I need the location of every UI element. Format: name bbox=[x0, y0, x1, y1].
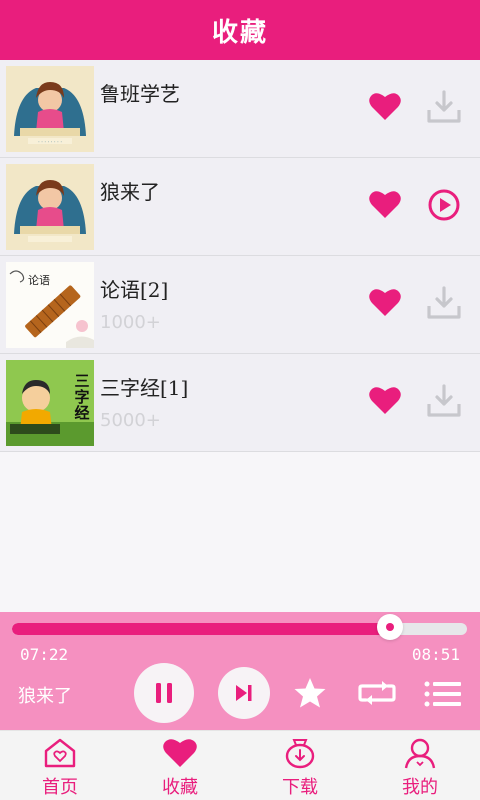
mini-player: 07:22 08:51 狼来了 bbox=[0, 612, 480, 730]
tab-label: 我的 bbox=[402, 777, 438, 798]
svg-text:论语: 论语 bbox=[28, 273, 50, 287]
list-item[interactable]: · · · · · · · · 鲁班学艺 bbox=[0, 60, 480, 158]
repeat-icon[interactable] bbox=[358, 678, 396, 708]
story-title: 三字经[1] bbox=[100, 376, 189, 400]
current-time: 07:22 bbox=[20, 645, 69, 664]
playlist-icon[interactable] bbox=[424, 680, 462, 708]
story-title: 鲁班学艺 bbox=[100, 82, 180, 106]
heart-icon bbox=[163, 739, 197, 767]
download-icon[interactable] bbox=[426, 286, 462, 320]
next-button[interactable] bbox=[218, 667, 270, 719]
play-count: 1000+ bbox=[100, 312, 161, 333]
tab-label: 收藏 bbox=[162, 777, 198, 798]
download-icon[interactable] bbox=[426, 384, 462, 418]
list-item[interactable]: 狼来了 bbox=[0, 158, 480, 256]
story-title: 论语[2] bbox=[100, 278, 169, 302]
play-count: 5000+ bbox=[100, 410, 161, 431]
list-item[interactable]: 三 字 经 三字经[1] 5000+ bbox=[0, 354, 480, 452]
home-icon bbox=[44, 738, 76, 768]
pause-icon bbox=[156, 683, 172, 703]
svg-text:经: 经 bbox=[74, 404, 89, 422]
heart-icon[interactable] bbox=[368, 188, 402, 220]
cover-image bbox=[6, 164, 94, 250]
heart-icon[interactable] bbox=[368, 286, 402, 318]
tab-home[interactable]: 首页 bbox=[0, 731, 120, 800]
pause-button[interactable] bbox=[134, 663, 194, 723]
title-bar: 收藏 bbox=[0, 0, 480, 60]
cover-image: 论语 bbox=[6, 262, 94, 348]
favorites-list: · · · · · · · · 鲁班学艺 狼来了 论语 论语[2] 1000+ … bbox=[0, 60, 480, 452]
tab-favorites[interactable]: 收藏 bbox=[120, 731, 240, 800]
star-icon[interactable] bbox=[293, 676, 327, 710]
cover-image: · · · · · · · · bbox=[6, 66, 94, 152]
next-icon bbox=[236, 685, 252, 701]
list-item[interactable]: 论语 论语[2] 1000+ bbox=[0, 256, 480, 354]
heart-icon[interactable] bbox=[368, 384, 402, 416]
download-bag-icon bbox=[285, 739, 315, 769]
total-time: 08:51 bbox=[411, 645, 460, 664]
svg-text:· · · · · · · ·: · · · · · · · · bbox=[38, 140, 62, 146]
page-title: 收藏 bbox=[211, 17, 268, 48]
now-playing-title: 狼来了 bbox=[18, 686, 72, 707]
tab-profile[interactable]: 我的 bbox=[360, 731, 480, 800]
tab-label: 下载 bbox=[282, 777, 318, 798]
tab-downloads[interactable]: 下载 bbox=[240, 731, 360, 800]
progress-handle[interactable] bbox=[377, 614, 403, 640]
user-icon bbox=[404, 738, 436, 769]
cover-image: 三 字 经 bbox=[6, 360, 94, 446]
bottom-tab-bar: 首页 收藏 下载 我的 bbox=[0, 730, 480, 800]
progress-fill bbox=[12, 623, 390, 635]
download-icon[interactable] bbox=[426, 90, 462, 124]
tab-label: 首页 bbox=[42, 777, 78, 798]
heart-icon[interactable] bbox=[368, 90, 402, 122]
play-circle-icon[interactable] bbox=[426, 188, 462, 222]
story-title: 狼来了 bbox=[100, 180, 160, 204]
